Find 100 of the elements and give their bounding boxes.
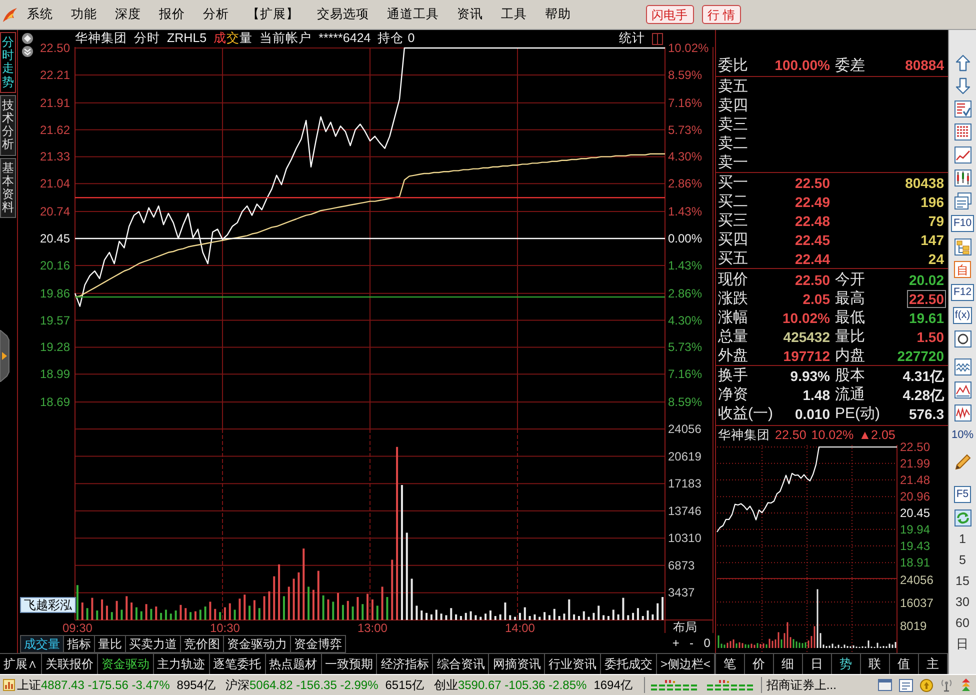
menu-item[interactable]: 资讯 [448,4,492,26]
volume-bar [656,603,659,620]
zoom-button[interactable]: + [670,636,682,650]
line-chart-icon[interactable] [954,146,972,164]
menu-item[interactable]: 工具 [492,4,536,26]
down-arrow-icon[interactable] [954,76,970,94]
volume-bar [509,615,512,620]
volume-bar [76,585,78,620]
zoom-button[interactable]: 0 [701,636,714,650]
index-turnover: 1694亿 [594,679,632,691]
volume-bar [135,607,138,620]
zigzag-chart-icon[interactable] [954,404,972,422]
mountain-chart-icon[interactable] [954,380,972,398]
zoom-button[interactable]: - [685,636,698,650]
volume-bar [234,610,236,620]
toolbar-button[interactable]: F5 [954,486,971,503]
document-icon[interactable] [899,678,913,692]
pencil-icon[interactable] [954,452,972,470]
windows-icon[interactable] [954,192,972,210]
coin-icon[interactable] [920,678,933,692]
change-value: ▲2.05 [858,429,896,442]
volume-bar [110,612,113,620]
panel-icon[interactable] [652,32,663,44]
layout-button[interactable]: 布局 [673,621,697,633]
side-tab[interactable]: 技术分析 [0,94,16,156]
toolbar-button[interactable]: F10 [951,215,974,232]
field-value: 10.02% [782,308,831,326]
indicator-tab[interactable]: 量比 [95,635,126,653]
toolbar-button[interactable]: 闪电手 [646,5,694,24]
price-value: 22.50 [775,429,806,442]
indicator-tab[interactable]: 资金驱动力 [224,635,291,653]
collapse-handle-icon[interactable] [0,330,10,382]
tree-icon[interactable] [954,238,972,256]
side-tab[interactable]: 分时走势 [0,32,16,93]
volume-bar [116,600,118,620]
period-button[interactable]: 15 [956,571,970,592]
toolbar-button[interactable]: 10% [951,430,974,441]
volume-bar [91,598,94,620]
indicator-tab[interactable]: 资金博弈 [291,635,346,653]
refresh-icon[interactable] [954,508,972,526]
indicator-tab[interactable]: 成交量 [21,635,64,653]
volume-bar [130,602,133,620]
period-button[interactable]: 1 [959,529,966,550]
menu-item[interactable]: 帮助 [536,4,580,26]
grid-icon[interactable] [954,122,972,140]
volume-bar [268,591,270,620]
up-arrow-icon[interactable] [954,54,970,72]
double-chevron-icon[interactable] [22,46,33,57]
field-label: 涨幅 [718,310,748,325]
volume-bar [622,598,624,620]
bar-chart-icon[interactable] [3,679,15,691]
menu-item[interactable]: 深度 [106,4,150,26]
volume-bar [470,611,472,620]
period-button[interactable]: 60 [956,613,970,634]
volume-bar [518,612,521,620]
toolbar-button[interactable]: 自 [954,261,971,278]
volume-bar [416,606,418,620]
percent-axis-label: 1.43% [668,258,702,272]
side-tab[interactable]: 基本资料 [0,158,16,218]
percent-axis-label: 5.73% [668,340,702,354]
volume-bar [312,590,314,620]
diamond-icon[interactable] [22,33,33,44]
volume-bar [592,612,595,620]
overlay-button[interactable]: 飞越彩泓 [20,597,76,613]
indicator-tab[interactable]: 竞价图 [181,635,224,653]
volume-bar [464,612,467,620]
antenna-icon[interactable] [940,678,953,692]
toolbar-button[interactable]: F12 [951,284,974,301]
bid-volume: 79 [927,212,945,230]
checklist-icon[interactable] [954,100,972,118]
indicator-tab[interactable]: 买卖力道 [126,635,181,653]
period-button[interactable]: 30 [956,592,970,613]
candlestick-icon[interactable] [954,168,972,186]
indicator-tab[interactable]: 指标 [64,635,95,653]
menu-item[interactable]: 通道工具 [378,4,448,26]
percent-axis-label: 0.00% [668,232,702,246]
toolbar-button[interactable]: f(x) [952,307,972,324]
volume-bar [455,614,458,620]
logo-icon[interactable] [2,6,18,22]
menu-item[interactable]: 报价 [150,4,194,26]
toolbar-button[interactable]: 行 情 [702,5,741,24]
volume-bar [160,612,162,620]
volume-bar [544,612,546,620]
menu-item[interactable]: 系统 [18,4,62,26]
menu-item[interactable]: 交易选项 [308,4,378,26]
field-label: 换手 [718,368,748,383]
bid-volume: 80438 [904,174,945,192]
volume-bar [308,586,310,620]
menu-item[interactable]: 【扩展】 [238,4,308,26]
volume-bar [617,614,620,620]
period-button[interactable]: 日 [956,634,969,655]
menu-item[interactable]: 分析 [194,4,238,26]
wave-chart-icon[interactable] [954,358,972,376]
volume-bar [322,595,324,620]
menu-item[interactable]: 功能 [62,4,106,26]
stats-button[interactable]: 统计 [619,32,645,45]
window-icon[interactable] [878,679,892,691]
change-percent: 10.02% [811,429,854,442]
signal-light-icon[interactable] [960,678,972,692]
period-button[interactable]: 5 [959,550,966,571]
